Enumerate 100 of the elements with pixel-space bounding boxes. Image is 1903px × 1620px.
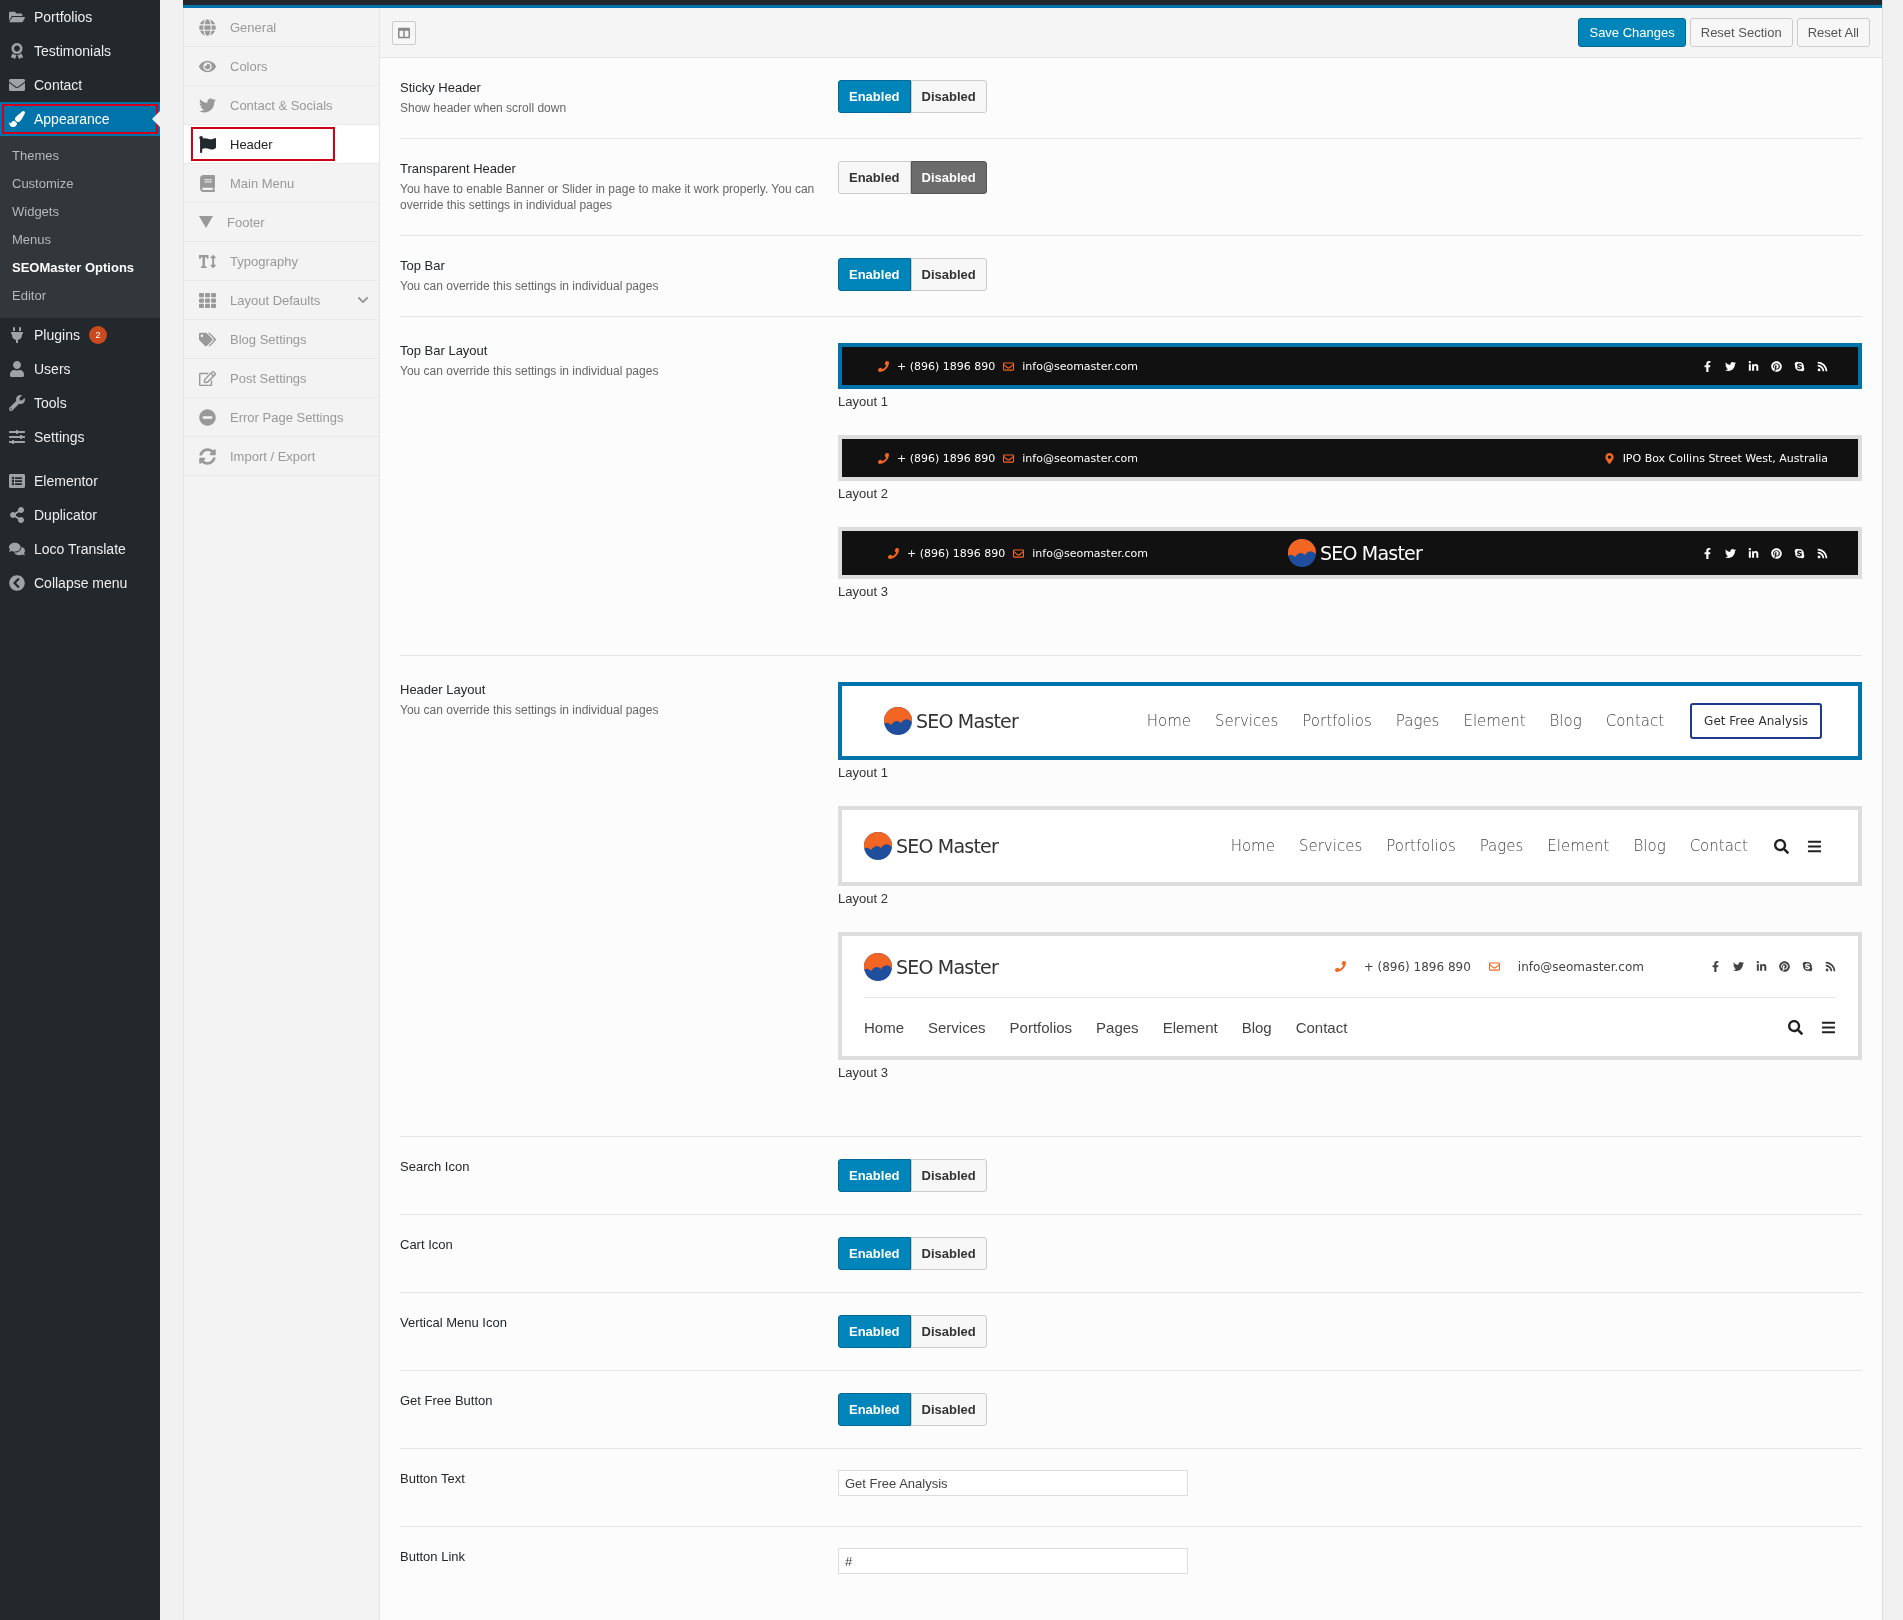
sidebar-item[interactable]: Appearance: [0, 102, 160, 136]
sidebar-item[interactable]: Plugins 2: [0, 318, 160, 352]
submenu-item[interactable]: Editor: [0, 282, 160, 310]
setting-title: Header Layout: [400, 682, 487, 697]
sidebar-item[interactable]: Contact: [0, 68, 160, 102]
get-free-analysis-button[interactable]: Get Free Analysis: [1690, 703, 1822, 739]
update-count-badge: 2: [88, 326, 107, 344]
layout-option[interactable]: + (896) 1896 890 info@seomaster.com: [838, 343, 1862, 389]
layout-caption: Layout 1: [838, 394, 889, 409]
nav-link[interactable]: Home: [1230, 837, 1275, 855]
nav-link[interactable]: Blog: [1633, 837, 1666, 855]
layout-caption: Layout 3: [838, 1065, 889, 1080]
setting-title: Sticky Header: [400, 80, 482, 95]
toggle-option[interactable]: Enabled: [838, 1393, 911, 1426]
layout-option[interactable]: + (896) 1896 890 info@seomaster.com IPO Box Collins Street West, Australia: [838, 435, 1862, 481]
reset-button[interactable]: Reset All: [1796, 18, 1870, 47]
sidebar-item[interactable]: Portfolios: [0, 0, 160, 34]
layout-caption: Layout 2: [838, 486, 889, 501]
reset-button[interactable]: Reset Section: [1689, 18, 1793, 47]
nav-link[interactable]: Contact: [1689, 837, 1748, 855]
setting-title: Cart Icon: [400, 1237, 454, 1252]
phone-number: + (896) 1896 890: [897, 451, 996, 465]
submenu-item[interactable]: Widgets: [0, 198, 160, 226]
toggle-option[interactable]: Disabled: [910, 80, 987, 113]
sidebar-item[interactable]: Loco Translate: [0, 532, 160, 566]
nav-link[interactable]: Portfolios: [1386, 837, 1456, 855]
nav-link[interactable]: Pages: [1479, 837, 1524, 855]
toggle-option[interactable]: Disabled: [910, 1237, 987, 1270]
layout-option[interactable]: SEO Master + (896) 1896 890 info@seomaster.com Home Services Portfolios Pages Element Blog Contact: [838, 932, 1862, 1060]
nav-link[interactable]: Pages: [1395, 712, 1440, 730]
setting-title: Search Icon: [400, 1159, 471, 1174]
setting-title: Top Bar Layout: [400, 343, 489, 358]
logo: SEO Master: [1288, 539, 1422, 567]
setting-description: You can override this settings in individual pages: [400, 702, 660, 718]
email-address: info@seomaster.com: [1032, 546, 1148, 560]
nav-link[interactable]: Element: [1547, 837, 1610, 855]
layout-option[interactable]: SEO Master Home Services Portfolios Pages Element Blog Contact: [838, 806, 1862, 886]
sidebar-item[interactable]: Elementor: [0, 464, 160, 498]
toggle-option[interactable]: Enabled: [838, 80, 911, 113]
logo: SEO Master: [864, 952, 998, 981]
toggle-option[interactable]: Disabled: [910, 1315, 987, 1348]
toggle-option[interactable]: Enabled: [838, 1315, 911, 1348]
nav-link[interactable]: Blog: [1241, 1018, 1272, 1036]
nav-link[interactable]: Portfolios: [1302, 712, 1372, 730]
nav-link[interactable]: Element: [1162, 1018, 1218, 1036]
phone-number: + (896) 1896 890: [907, 546, 1006, 560]
nav-link[interactable]: Home: [1146, 712, 1192, 730]
sidebar-item[interactable]: Testimonials: [0, 34, 160, 68]
toggle-option[interactable]: Disabled: [910, 1393, 987, 1426]
setting-description: You have to enable Banner or Slider in page to make it work properly. You can override this settings in individual pages: [400, 181, 816, 213]
layout-option[interactable]: + (896) 1896 890 info@seomaster.com SEO Master: [838, 527, 1862, 579]
nav-link[interactable]: Pages: [1096, 1018, 1139, 1036]
text-field[interactable]: Get Free Analysis: [838, 1470, 1188, 1496]
toggle-option[interactable]: Enabled: [838, 161, 911, 194]
submenu-item[interactable]: Menus: [0, 226, 160, 254]
toggle-option[interactable]: Disabled: [910, 258, 987, 291]
toggle-option[interactable]: Disabled: [910, 1159, 987, 1192]
setting-title: Get Free Button: [400, 1393, 494, 1408]
toggle-option[interactable]: Enabled: [838, 1237, 911, 1270]
logo: SEO Master: [884, 707, 1018, 735]
layout-caption: Layout 2: [838, 891, 889, 906]
email-address: info@seomaster.com: [1022, 451, 1138, 465]
nav-link[interactable]: Blog: [1549, 712, 1582, 730]
setting-title: Top Bar: [400, 258, 446, 273]
save-button[interactable]: Save Changes: [1578, 18, 1686, 47]
logo: SEO Master: [864, 832, 998, 860]
setting-title: Vertical Menu Icon: [400, 1315, 508, 1330]
toggle-option[interactable]: Disabled: [910, 161, 987, 194]
toggle-option[interactable]: Enabled: [838, 258, 911, 291]
sidebar-item[interactable]: Settings: [0, 420, 160, 454]
nav-link[interactable]: Services: [928, 1018, 986, 1036]
address: IPO Box Collins Street West, Australia: [1622, 451, 1828, 465]
layout-caption: Layout 1: [838, 765, 889, 780]
nav-link[interactable]: Services: [1215, 712, 1279, 730]
nav-link[interactable]: Contact: [1605, 712, 1665, 730]
text-field[interactable]: #: [838, 1548, 1188, 1574]
submenu-item[interactable]: Customize: [0, 170, 160, 198]
nav-link[interactable]: Services: [1298, 837, 1363, 855]
setting-description: You can override this settings in individual pages: [400, 278, 660, 294]
setting-title: Button Text: [400, 1471, 466, 1486]
sidebar-item[interactable]: Collapse menu: [0, 566, 160, 600]
options-menu-item[interactable]: Header: [184, 125, 379, 164]
phone-number: + (896) 1896 890: [897, 359, 996, 373]
nav-link[interactable]: Home: [864, 1018, 904, 1036]
sidebar-item[interactable]: Users: [0, 352, 160, 386]
sidebar-item[interactable]: Tools: [0, 386, 160, 420]
layout-caption: Layout 3: [838, 584, 889, 599]
nav-link[interactable]: Portfolios: [1009, 1018, 1073, 1036]
submenu-item[interactable]: SEOMaster Options: [0, 254, 160, 282]
phone-number: + (896) 1896 890: [1363, 959, 1471, 974]
nav-link[interactable]: Contact: [1295, 1018, 1348, 1036]
setting-description: Show header when scroll down: [400, 100, 568, 116]
setting-title: Transparent Header: [400, 161, 517, 176]
email-address: info@seomaster.com: [1022, 359, 1138, 373]
toggle-option[interactable]: Enabled: [838, 1159, 911, 1192]
nav-link[interactable]: Element: [1463, 712, 1526, 730]
layout-option[interactable]: SEO Master Home Services Portfolios Pages Element Blog Contact Get Free Analysis: [838, 682, 1862, 760]
sidebar-item[interactable]: Duplicator: [0, 498, 160, 532]
setting-description: You can override this settings in individual pages: [400, 363, 660, 379]
submenu-item[interactable]: Themes: [0, 142, 160, 170]
